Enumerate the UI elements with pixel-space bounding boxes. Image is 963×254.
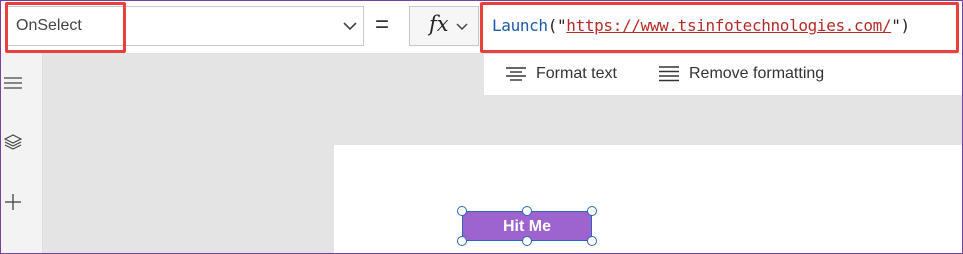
- left-rail: [1, 53, 43, 253]
- plus-icon[interactable]: [4, 193, 22, 211]
- fx-icon: fx: [429, 12, 449, 36]
- resize-handle-bottom-right[interactable]: [587, 236, 597, 246]
- chevron-down-icon: [456, 23, 468, 31]
- formula-url-link[interactable]: https://www.tsinfotechnologies.com/: [566, 16, 891, 35]
- remove-formatting-label: Remove formatting: [689, 65, 825, 82]
- formula-close-paren: "): [891, 16, 910, 35]
- resize-handle-top-left[interactable]: [457, 206, 467, 216]
- format-toolbar: Format text Remove formatting: [484, 53, 962, 95]
- resize-handle-top-middle[interactable]: [522, 206, 532, 216]
- canvas-area: Format text Remove formatting Hit Me: [43, 53, 962, 253]
- format-text-label: Format text: [536, 65, 617, 82]
- property-selected-value: OnSelect: [16, 17, 82, 34]
- app-screen: Hit Me: [334, 145, 962, 253]
- chevron-down-icon[interactable]: [343, 21, 357, 31]
- formula-input[interactable]: Launch("https://www.tsinfotechnologies.c…: [485, 6, 955, 46]
- format-text-icon: [506, 67, 526, 81]
- remove-formatting-icon: [659, 66, 679, 82]
- resize-handle-bottom-middle[interactable]: [522, 236, 532, 246]
- layers-icon[interactable]: [4, 133, 22, 151]
- resize-handle-top-right[interactable]: [587, 206, 597, 216]
- app-window: OnSelect = fx Launch("https://www.tsinfo…: [0, 0, 963, 254]
- property-dropdown[interactable]: OnSelect: [5, 6, 364, 46]
- hamburger-menu-icon[interactable]: [4, 74, 22, 92]
- formula-function-name: Launch: [492, 16, 548, 35]
- resize-handle-bottom-left[interactable]: [457, 236, 467, 246]
- formula-text: Launch("https://www.tsinfotechnologies.c…: [492, 16, 910, 35]
- fx-button[interactable]: fx: [409, 6, 479, 46]
- equals-sign: =: [375, 11, 390, 38]
- formula-open-paren: (": [547, 16, 567, 35]
